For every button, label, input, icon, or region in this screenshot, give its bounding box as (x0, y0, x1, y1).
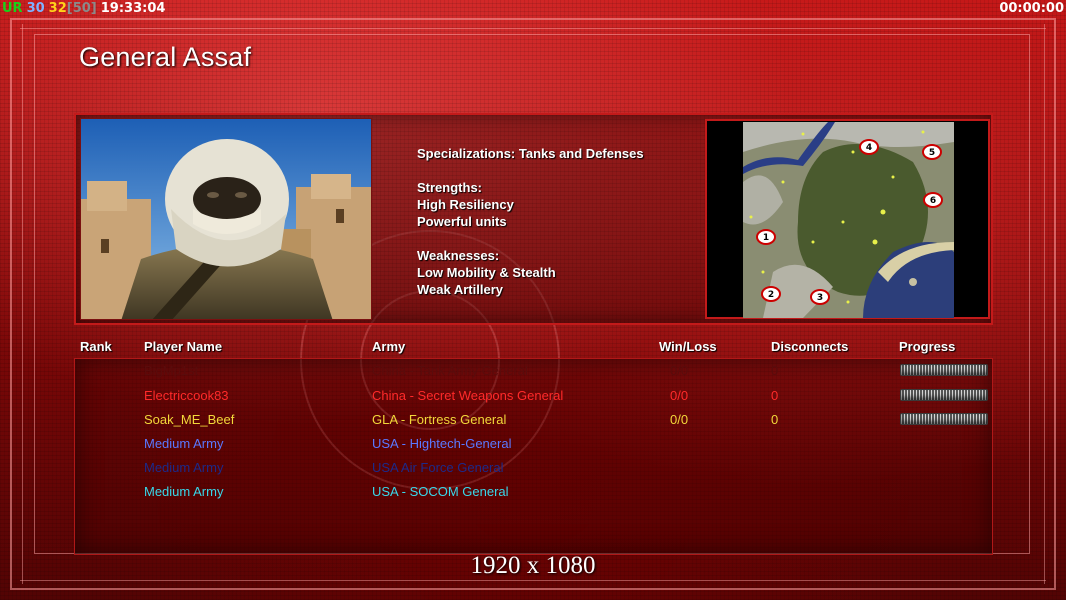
disconnects: 0 (771, 412, 779, 427)
start-position-2[interactable]: 2 (761, 286, 781, 302)
weaknesses-label: Weaknesses: (417, 248, 500, 263)
win-loss: 0/0 (670, 363, 689, 378)
start-position-6[interactable]: 6 (923, 192, 943, 208)
start-position-label: 5 (929, 148, 935, 158)
column-header-disconnects: Disconnects (771, 339, 849, 354)
army-name: China - Tank Army General (372, 363, 528, 378)
start-position-4[interactable]: 4 (859, 139, 879, 155)
frame-line-top (20, 28, 1046, 29)
win-loss: 0/0 (670, 412, 689, 427)
column-header-player: Player Name (144, 339, 223, 354)
game-timer: 00:00:00 (999, 1, 1064, 16)
start-position-label: 4 (866, 143, 872, 153)
progress-bar (900, 389, 988, 401)
minimap: 1 2 3 4 5 6 (743, 122, 954, 318)
strength-item: High Resiliency (417, 197, 514, 212)
strengths-label: Strengths: (417, 180, 482, 195)
player-name: Medium Army (144, 484, 224, 499)
player-name: Medium Army (144, 436, 224, 451)
army-name: USA - Hightech-General (372, 436, 512, 451)
army-name: USA Air Force General (372, 460, 504, 475)
hud-clock: 19:33:04 (100, 1, 166, 16)
page-title: General Assaf (79, 42, 252, 72)
performance-overlay: UR 30 32[50] 19:33:04 (2, 0, 169, 18)
disconnects: 0 (771, 388, 779, 403)
army-name: USA - SOCOM General (372, 484, 509, 499)
start-position-label: 2 (768, 290, 774, 300)
disconnects: 0 (771, 363, 779, 378)
frame-line-right (1044, 24, 1045, 584)
map-preview: 1 2 3 4 5 6 (705, 119, 990, 319)
start-position-label: 6 (930, 196, 936, 206)
general-portrait-image (81, 119, 371, 319)
player-name: Medium Army (144, 460, 224, 475)
start-position-3[interactable]: 3 (810, 289, 830, 305)
start-position-1[interactable]: 1 (756, 229, 776, 245)
column-header-army: Army (372, 339, 406, 354)
strength-item: Powerful units (417, 214, 507, 229)
hud-frames: 32 (48, 1, 67, 16)
start-position-5[interactable]: 5 (922, 144, 942, 160)
win-loss: 0/0 (670, 388, 689, 403)
player-name: Electriccook83 (144, 388, 229, 403)
start-position-label: 1 (763, 233, 769, 243)
progress-bar (900, 413, 988, 425)
general-portrait (80, 118, 372, 320)
hud-tag: UR (2, 1, 23, 16)
general-description: Specializations: Tanks and Defenses Stre… (417, 145, 644, 298)
column-header-progress: Progress (899, 339, 956, 354)
player-name: Soak_ME_Beef (144, 412, 235, 427)
army-name: GLA - Fortress General (372, 412, 507, 427)
player-name: BigMp1st (144, 363, 199, 378)
column-header-rank: Rank (80, 339, 112, 354)
hud-fps: 30 (26, 1, 45, 16)
progress-bar (900, 364, 988, 376)
start-position-label: 3 (817, 293, 823, 303)
army-name: China - Secret Weapons General (372, 388, 564, 403)
weakness-item: Low Mobility & Stealth (417, 265, 556, 280)
hud-cap: [50] (66, 1, 97, 16)
frame-line-left (22, 24, 23, 584)
resolution-label: 1920 x 1080 (470, 552, 596, 579)
column-header-winloss: Win/Loss (659, 339, 717, 354)
frame-line-bottom (20, 580, 1046, 581)
weakness-item: Weak Artillery (417, 282, 503, 297)
specializations-text: Specializations: Tanks and Defenses (417, 146, 644, 161)
